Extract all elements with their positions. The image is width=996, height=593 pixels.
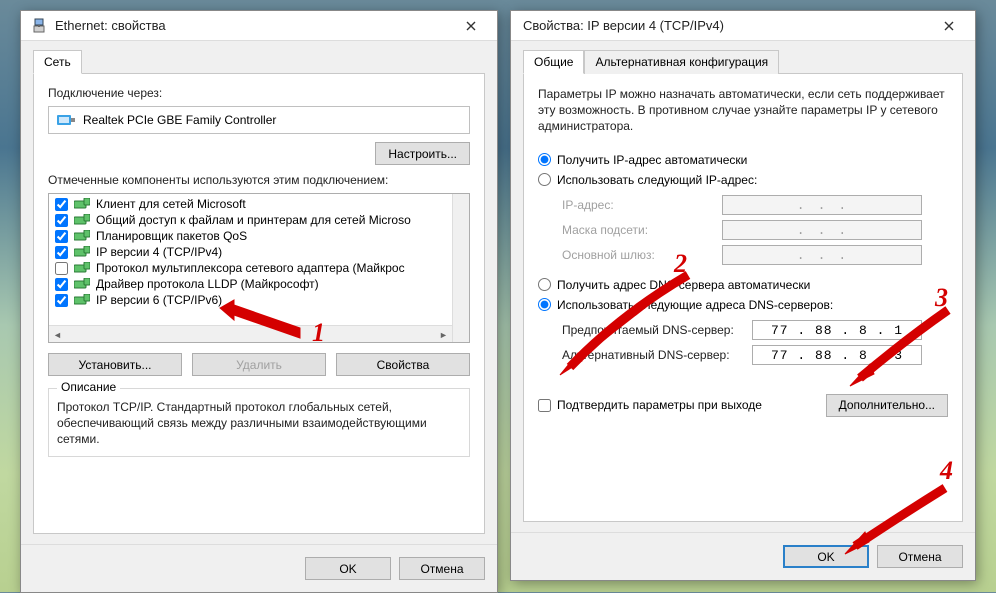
radio-dns-manual-label: Использовать следующие адреса DNS-сервер… xyxy=(557,298,833,312)
protocol-icon xyxy=(74,198,90,210)
component-label: IP версии 4 (TCP/IPv4) xyxy=(96,245,222,259)
component-checkbox[interactable] xyxy=(55,198,68,211)
close-button[interactable] xyxy=(927,12,971,40)
ip-address-label: IP-адрес: xyxy=(562,198,722,212)
component-label: IP версии 6 (TCP/IPv6) xyxy=(96,293,222,307)
radio-ip-manual-label: Использовать следующий IP-адрес: xyxy=(557,173,757,187)
dns2-label: Альтернативный DNS-сервер: xyxy=(562,348,752,362)
component-item[interactable]: IP версии 6 (TCP/IPv6) xyxy=(49,292,452,308)
tab-alternate-config[interactable]: Альтернативная конфигурация xyxy=(584,50,779,74)
adapter-name: Realtek PCIe GBE Family Controller xyxy=(83,113,276,127)
component-label: Планировщик пакетов QoS xyxy=(96,229,247,243)
description-group: Описание Протокол TCP/IP. Стандартный пр… xyxy=(48,388,470,457)
description-title: Описание xyxy=(57,380,120,394)
component-checkbox[interactable] xyxy=(55,262,68,275)
vertical-scrollbar[interactable] xyxy=(452,194,469,342)
component-label: Драйвер протокола LLDP (Майкрософт) xyxy=(96,277,319,291)
close-button[interactable] xyxy=(449,12,493,40)
dns2-field[interactable]: 77 . 88 . 8 . 3 xyxy=(752,345,922,365)
cancel-button[interactable]: Отмена xyxy=(877,545,963,568)
advanced-button[interactable]: Дополнительно... xyxy=(826,394,948,417)
component-checkbox[interactable] xyxy=(55,294,68,307)
subnet-mask-label: Маска подсети: xyxy=(562,223,722,237)
dns1-label: Предпочитаемый DNS-сервер: xyxy=(562,323,752,337)
protocol-icon xyxy=(74,262,90,274)
component-checkbox[interactable] xyxy=(55,278,68,291)
titlebar[interactable]: Свойства: IP версии 4 (TCP/IPv4) xyxy=(511,11,975,41)
window-title: Ethernet: свойства xyxy=(55,18,449,33)
protocol-icon xyxy=(74,246,90,258)
properties-button[interactable]: Свойства xyxy=(336,353,470,376)
radio-dns-auto-label: Получить адрес DNS-сервера автоматически xyxy=(557,278,810,292)
adapter-icon xyxy=(57,113,75,127)
remove-button: Удалить xyxy=(192,353,326,376)
component-item[interactable]: Драйвер протокола LLDP (Майкрософт) xyxy=(49,276,452,292)
horizontal-scrollbar[interactable]: ◄ ► xyxy=(49,325,452,342)
validate-on-exit-checkbox[interactable] xyxy=(538,399,551,412)
subnet-mask-field: ... xyxy=(722,220,922,240)
ok-button[interactable]: OK xyxy=(305,557,391,580)
description-text: Протокол TCP/IP. Стандартный протокол гл… xyxy=(57,399,461,448)
adapter-field: Realtek PCIe GBE Family Controller xyxy=(48,106,470,134)
cancel-button[interactable]: Отмена xyxy=(399,557,485,580)
radio-dns-manual[interactable]: Использовать следующие адреса DNS-сервер… xyxy=(538,298,948,312)
tab-general[interactable]: Общие xyxy=(523,50,584,74)
gateway-label: Основной шлюз: xyxy=(562,248,722,262)
titlebar[interactable]: Ethernet: свойства xyxy=(21,11,497,41)
component-label: Протокол мультиплексора сетевого адаптер… xyxy=(96,261,405,275)
component-item[interactable]: Клиент для сетей Microsoft xyxy=(49,196,452,212)
component-item[interactable]: Протокол мультиплексора сетевого адаптер… xyxy=(49,260,452,276)
protocol-icon xyxy=(74,214,90,226)
component-checkbox[interactable] xyxy=(55,230,68,243)
ethernet-icon xyxy=(31,18,47,34)
components-list[interactable]: Клиент для сетей Microsoft Общий доступ к… xyxy=(48,193,470,343)
validate-on-exit-label: Подтвердить параметры при выходе xyxy=(557,398,762,412)
ethernet-properties-window: Ethernet: свойства Сеть Подключение чере… xyxy=(20,10,498,593)
scroll-right-icon[interactable]: ► xyxy=(435,326,452,343)
component-checkbox[interactable] xyxy=(55,246,68,259)
ipv4-properties-window: Свойства: IP версии 4 (TCP/IPv4) Общие А… xyxy=(510,10,976,581)
info-text: Параметры IP можно назначать автоматичес… xyxy=(538,86,948,135)
components-label: Отмеченные компоненты используются этим … xyxy=(48,173,470,187)
protocol-icon xyxy=(74,278,90,290)
radio-ip-manual[interactable]: Использовать следующий IP-адрес: xyxy=(538,173,948,187)
ip-address-field: ... xyxy=(722,195,922,215)
ok-button[interactable]: OK xyxy=(783,545,869,568)
protocol-icon xyxy=(74,294,90,306)
protocol-icon xyxy=(74,230,90,242)
gateway-field: ... xyxy=(722,245,922,265)
component-checkbox[interactable] xyxy=(55,214,68,227)
tabstrip: Сеть xyxy=(33,49,485,74)
radio-ip-auto-label: Получить IP-адрес автоматически xyxy=(557,153,747,167)
radio-ip-auto[interactable]: Получить IP-адрес автоматически xyxy=(538,153,948,167)
install-button[interactable]: Установить... xyxy=(48,353,182,376)
radio-dns-auto-input[interactable] xyxy=(538,278,551,291)
radio-dns-manual-input[interactable] xyxy=(538,298,551,311)
component-item[interactable]: IP версии 4 (TCP/IPv4) xyxy=(49,244,452,260)
component-item[interactable]: Общий доступ к файлам и принтерам для се… xyxy=(49,212,452,228)
connect-via-label: Подключение через: xyxy=(48,86,470,100)
radio-ip-manual-input[interactable] xyxy=(538,173,551,186)
radio-dns-auto[interactable]: Получить адрес DNS-сервера автоматически xyxy=(538,278,948,292)
window-title: Свойства: IP версии 4 (TCP/IPv4) xyxy=(521,18,927,33)
radio-ip-auto-input[interactable] xyxy=(538,153,551,166)
scroll-left-icon[interactable]: ◄ xyxy=(49,326,66,343)
component-label: Клиент для сетей Microsoft xyxy=(96,197,246,211)
dns1-field[interactable]: 77 . 88 . 8 . 1 xyxy=(752,320,922,340)
tab-network[interactable]: Сеть xyxy=(33,50,82,74)
component-label: Общий доступ к файлам и принтерам для се… xyxy=(96,213,411,227)
component-item[interactable]: Планировщик пакетов QoS xyxy=(49,228,452,244)
configure-button[interactable]: Настроить... xyxy=(375,142,470,165)
tabstrip: Общие Альтернативная конфигурация xyxy=(523,49,963,74)
